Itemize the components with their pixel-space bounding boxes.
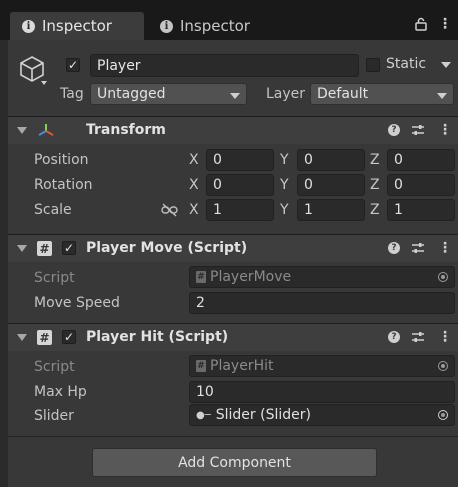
component-enabled-checkbox[interactable]: ✓ [62, 241, 76, 255]
script-hash-icon: # [37, 241, 52, 256]
tab-inspector-active[interactable]: i Inspector [10, 12, 144, 40]
chevron-down-icon [230, 93, 240, 99]
transform-title: Transform [86, 122, 166, 138]
script-hash-icon: # [37, 330, 52, 345]
slider-component-icon: ●─ [196, 409, 211, 421]
slider-object-field[interactable]: ●─ Slider (Slider) [189, 404, 455, 426]
kebab-menu-icon[interactable]: ⋮ [438, 16, 452, 32]
script-file-icon: # [196, 360, 206, 372]
divider [8, 436, 458, 437]
tag-dropdown[interactable]: Untagged [90, 83, 247, 105]
gameobject-name-field[interactable]: Player [90, 54, 359, 77]
position-z-field[interactable]: 0 [387, 149, 455, 171]
left-edge [0, 40, 8, 487]
script-label: Script [34, 359, 75, 375]
kebab-menu-icon[interactable]: ⋮ [438, 122, 452, 138]
script-object-field[interactable]: # PlayerHit [189, 355, 455, 377]
tag-value: Untagged [97, 86, 166, 102]
script-value: PlayerHit [210, 358, 274, 374]
scale-z-field[interactable]: 1 [387, 199, 455, 221]
kebab-menu-icon[interactable]: ⋮ [438, 240, 452, 256]
script-value: PlayerMove [210, 269, 292, 285]
object-picker-icon[interactable] [438, 272, 448, 282]
position-x-field[interactable]: 0 [206, 149, 274, 171]
move-speed-label: Move Speed [34, 295, 120, 311]
axis-x-label: X [189, 177, 199, 193]
axis-z-label: Z [370, 202, 380, 218]
foldout-arrow-icon[interactable] [17, 245, 27, 252]
max-hp-label: Max Hp [34, 384, 87, 400]
gameobject-cube-icon[interactable] [18, 54, 48, 92]
player-hit-title: Player Hit (Script) [86, 329, 229, 345]
axis-y-label: Y [280, 202, 289, 218]
kebab-menu-icon[interactable]: ⋮ [438, 329, 452, 345]
presets-icon[interactable] [411, 123, 425, 141]
axis-x-label: X [189, 202, 199, 218]
scale-x-field[interactable]: 1 [206, 199, 274, 221]
tab-label: Inspector [180, 17, 250, 35]
axis-y-label: Y [280, 152, 289, 168]
rotation-y-field[interactable]: 0 [297, 174, 365, 196]
help-icon[interactable]: ? [388, 242, 400, 254]
transform-icon [37, 122, 55, 142]
axis-z-label: Z [370, 177, 380, 193]
active-checkbox[interactable]: ✓ [66, 58, 80, 72]
script-label: Script [34, 270, 75, 286]
player-move-title: Player Move (Script) [86, 240, 248, 256]
gameobject-name: Player [97, 57, 141, 74]
slider-label: Slider [34, 408, 74, 424]
position-y-field[interactable]: 0 [297, 149, 365, 171]
scale-y-field[interactable]: 1 [297, 199, 365, 221]
axis-y-label: Y [280, 177, 289, 193]
object-picker-icon[interactable] [438, 410, 448, 420]
presets-icon[interactable] [411, 241, 425, 259]
scale-label: Scale [34, 202, 72, 218]
static-dropdown-icon[interactable] [441, 62, 451, 68]
layer-dropdown[interactable]: Default [310, 83, 454, 105]
static-checkbox[interactable] [366, 58, 380, 72]
unlink-icon[interactable] [161, 203, 178, 221]
foldout-arrow-icon[interactable] [17, 334, 27, 341]
position-label: Position [34, 152, 89, 168]
script-object-field[interactable]: # PlayerMove [189, 266, 455, 288]
rotation-z-field[interactable]: 0 [387, 174, 455, 196]
chevron-down-icon [437, 93, 447, 99]
help-icon[interactable]: ? [388, 331, 400, 343]
add-component-button[interactable]: Add Component [92, 448, 377, 477]
object-picker-icon[interactable] [438, 361, 448, 371]
info-icon: i [160, 19, 173, 33]
axis-z-label: Z [370, 152, 380, 168]
help-icon[interactable]: ? [388, 124, 400, 136]
rotation-x-field[interactable]: 0 [206, 174, 274, 196]
rotation-label: Rotation [34, 177, 93, 193]
axis-x-label: X [189, 152, 199, 168]
max-hp-field[interactable]: 10 [189, 381, 455, 403]
move-speed-field[interactable]: 2 [189, 292, 455, 314]
tag-label: Tag [60, 86, 84, 102]
tab-label: Inspector [42, 17, 112, 35]
layer-label: Layer [266, 86, 306, 102]
slider-value: Slider (Slider) [215, 407, 311, 423]
layer-value: Default [317, 86, 369, 102]
presets-icon[interactable] [411, 330, 425, 348]
tab-inspector-second[interactable]: i Inspector [158, 12, 250, 40]
component-enabled-checkbox[interactable]: ✓ [62, 330, 76, 344]
lock-icon[interactable] [415, 17, 427, 35]
info-icon: i [22, 19, 35, 33]
static-label: Static [386, 56, 427, 72]
foldout-arrow-icon[interactable] [17, 127, 27, 134]
script-file-icon: # [196, 271, 206, 283]
